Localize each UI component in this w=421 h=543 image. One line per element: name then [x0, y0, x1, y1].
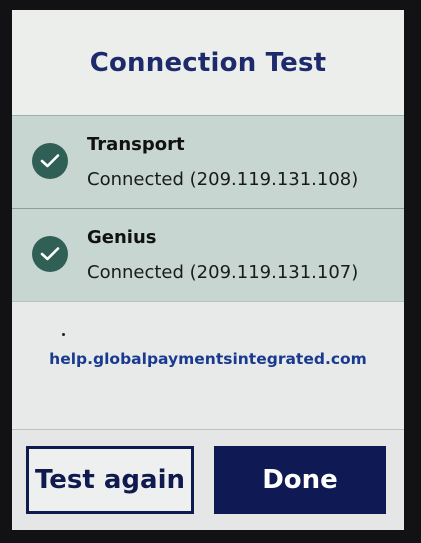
- status-detail: Connected (209.119.131.108): [87, 169, 359, 190]
- status-detail: Connected (209.119.131.107): [87, 262, 359, 283]
- status-row-genius: Genius Connected (209.119.131.107): [12, 208, 404, 301]
- status-name: Transport: [87, 134, 185, 155]
- header: Connection Test: [12, 10, 404, 115]
- check-icon: [32, 236, 68, 272]
- status-row-transport: Transport Connected (209.119.131.108): [12, 115, 404, 208]
- button-bar: Test again Done: [12, 429, 404, 530]
- screen: Connection Test Transport Connected (209…: [12, 10, 404, 530]
- help-area: help.globalpaymentsintegrated.com: [12, 301, 404, 430]
- help-link[interactable]: help.globalpaymentsintegrated.com: [12, 350, 404, 368]
- check-icon: [32, 143, 68, 179]
- done-button[interactable]: Done: [214, 446, 386, 514]
- status-name: Genius: [87, 227, 157, 248]
- dot-mark: [62, 333, 65, 336]
- test-again-button[interactable]: Test again: [26, 446, 194, 514]
- page-title: Connection Test: [89, 47, 327, 78]
